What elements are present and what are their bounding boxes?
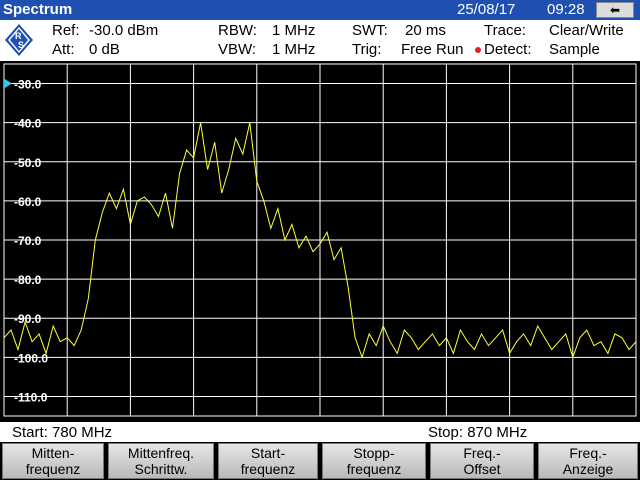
softkey-line2: frequenz — [240, 461, 296, 477]
rbw-label: RBW: — [218, 22, 257, 39]
title-bar: Spectrum 25/08/17 09:28 ⬅ — [0, 0, 640, 20]
time-display: 09:28 — [547, 1, 585, 18]
detect-value[interactable]: Sample — [549, 41, 600, 58]
softkey-center-frequency[interactable]: Mitten- frequenz — [2, 443, 104, 479]
rbw-value[interactable]: 1 MHz — [272, 22, 315, 39]
att-label: Att: — [52, 41, 75, 58]
trig-label: Trig: — [352, 41, 382, 58]
rohde-schwarz-logo: R S — [5, 24, 33, 56]
softkey-line1: Stopp- — [353, 445, 395, 461]
y-tick-label: -50.0 — [14, 156, 42, 170]
y-tick-label: -80.0 — [14, 273, 42, 287]
softkey-line1: Start- — [250, 445, 286, 461]
app-title: Spectrum — [3, 1, 73, 18]
vbw-value[interactable]: 1 MHz — [272, 41, 315, 58]
vbw-label: VBW: — [218, 41, 257, 58]
softkey-frequency-display[interactable]: Freq.- Anzeige — [538, 443, 638, 479]
reference-level-marker-icon — [4, 78, 12, 89]
softkey-line2: frequenz — [346, 461, 402, 477]
y-tick-label: -40.0 — [14, 117, 42, 131]
swt-value[interactable]: 20 ms — [405, 22, 446, 39]
softkey-line1: Freq.- — [569, 445, 607, 461]
y-tick-label: -90.0 — [14, 312, 42, 326]
swt-label: SWT: — [352, 22, 388, 39]
trig-value[interactable]: Free Run — [401, 41, 464, 58]
frequency-status-bar: Start: 780 MHz Stop: 870 MHz — [0, 422, 640, 442]
y-tick-label: -70.0 — [14, 234, 42, 248]
svg-text:S: S — [18, 40, 24, 50]
ref-value[interactable]: -30.0 dBm — [89, 22, 158, 39]
back-button[interactable]: ⬅ — [596, 2, 634, 18]
start-frequency: Start: 780 MHz — [12, 424, 113, 441]
softkey-line2: Offset — [463, 461, 501, 477]
detector-indicator-icon — [475, 47, 481, 53]
detect-label: Detect: — [484, 41, 532, 58]
ref-label: Ref: — [52, 22, 80, 39]
y-tick-label: -60.0 — [14, 195, 42, 209]
stop-frequency: Stop: 870 MHz — [428, 424, 528, 441]
spectrum-plot[interactable]: -30.0 -40.0 -50.0 -60.0 -70.0 -80.0 -90.0 -100.… — [0, 61, 640, 422]
softkey-line1: Mitten- — [31, 445, 75, 461]
trace-value[interactable]: Clear/Write — [549, 22, 624, 39]
softkey-line2: Anzeige — [562, 461, 614, 477]
softkey-line1: Freq.- — [463, 445, 501, 461]
trace-label: Trace: — [484, 22, 526, 39]
softkey-start-frequency[interactable]: Start- frequenz — [218, 443, 318, 479]
att-value[interactable]: 0 dB — [89, 41, 120, 58]
y-tick-label: -30.0 — [14, 78, 42, 92]
y-tick-label: -100.0 — [14, 351, 48, 365]
softkey-line1: Mittenfreq. — [127, 445, 195, 461]
softkey-bar: Mitten- frequenz Mittenfreq. Schrittw. S… — [0, 442, 640, 480]
settings-panel: R S Ref: -30.0 dBm Att: 0 dB RBW: 1 MHz … — [0, 20, 640, 61]
softkey-frequency-offset[interactable]: Freq.- Offset — [430, 443, 534, 479]
softkey-line2: Schrittw. — [134, 461, 188, 477]
spectrum-chart: -30.0 -40.0 -50.0 -60.0 -70.0 -80.0 -90.0 -100.… — [3, 63, 637, 417]
y-tick-label: -110.0 — [14, 390, 48, 404]
date-display: 25/08/17 — [457, 1, 516, 18]
back-arrow-icon: ⬅ — [609, 3, 621, 17]
softkey-line2: frequenz — [25, 461, 81, 477]
softkey-center-step[interactable]: Mittenfreq. Schrittw. — [108, 443, 214, 479]
softkey-stop-frequency[interactable]: Stopp- frequenz — [322, 443, 426, 479]
